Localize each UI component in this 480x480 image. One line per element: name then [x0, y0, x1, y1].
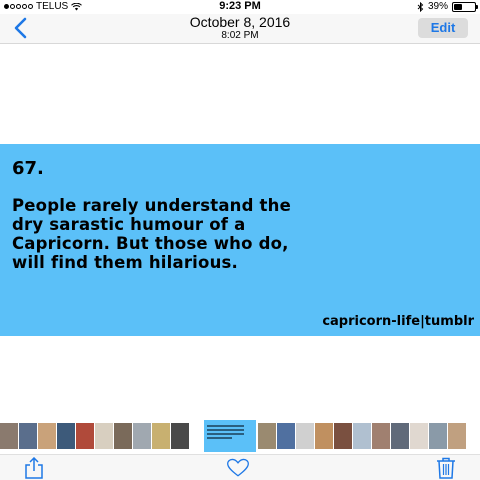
thumbnail[interactable]: [410, 423, 428, 449]
thumbnail[interactable]: [19, 423, 37, 449]
photo-viewer[interactable]: 67. People rarely understand the dry sar…: [0, 44, 480, 420]
thumbnail[interactable]: [171, 423, 189, 449]
thumbnail-group-right: [258, 423, 467, 449]
photo-date: October 8, 2016: [189, 14, 291, 30]
trash-icon[interactable]: [434, 457, 458, 479]
edit-button[interactable]: Edit: [418, 18, 468, 38]
quote-line: Capricorn. But those who do,: [12, 234, 289, 253]
nav-bar: October 8, 2016 8:02 PM Edit: [0, 14, 480, 44]
thumbnail[interactable]: [95, 423, 113, 449]
status-right: 39%: [417, 1, 478, 12]
thumbnail-current[interactable]: [204, 420, 256, 452]
quote-image: 67. People rarely understand the dry sar…: [0, 144, 480, 336]
thumbnail[interactable]: [57, 423, 75, 449]
quote-source: capricorn-life|tumblr: [322, 314, 474, 329]
battery-percent: 39%: [427, 1, 448, 12]
thumbnail[interactable]: [353, 423, 371, 449]
nav-title: October 8, 2016 8:02 PM: [0, 14, 480, 42]
quote-line: dry sarastic humour of a: [12, 215, 246, 234]
thumbnail[interactable]: [277, 423, 295, 449]
thumbnail-group-left: [0, 423, 190, 449]
status-bar: TELUS 9:23 PM 39%: [0, 0, 480, 14]
quote-text: People rarely understand the dry sarasti…: [12, 196, 472, 272]
status-time: 9:23 PM: [219, 0, 261, 12]
bottom-toolbar: [0, 454, 480, 480]
thumbnail[interactable]: [0, 423, 18, 449]
thumbnail[interactable]: [38, 423, 56, 449]
thumbnail[interactable]: [296, 423, 314, 449]
thumbnail[interactable]: [258, 423, 276, 449]
quote-number: 67.: [12, 158, 44, 179]
thumbnail[interactable]: [114, 423, 132, 449]
thumbnail[interactable]: [448, 423, 466, 449]
battery-icon: [452, 1, 478, 12]
thumbnail[interactable]: [334, 423, 352, 449]
photo-time: 8:02 PM: [221, 30, 259, 41]
thumbnail[interactable]: [76, 423, 94, 449]
thumbnail[interactable]: [315, 423, 333, 449]
thumbnail[interactable]: [152, 423, 170, 449]
thumbnail[interactable]: [133, 423, 151, 449]
thumbnail[interactable]: [372, 423, 390, 449]
share-icon[interactable]: [22, 457, 46, 479]
bluetooth-icon: [417, 1, 424, 12]
thumbnail-strip[interactable]: [0, 420, 480, 454]
thumbnail[interactable]: [391, 423, 409, 449]
quote-line: will find them hilarious.: [12, 253, 239, 272]
heart-icon[interactable]: [226, 457, 250, 479]
thumbnail[interactable]: [429, 423, 447, 449]
quote-line: People rarely understand the: [12, 196, 291, 215]
